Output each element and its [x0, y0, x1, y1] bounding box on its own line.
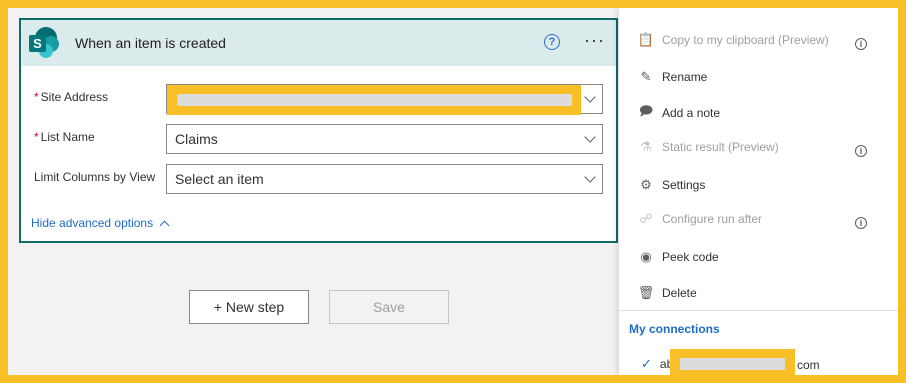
info-icon[interactable]: i — [855, 145, 867, 157]
menu-item-label: Add a note — [662, 106, 721, 120]
menu-item-configure-run-after[interactable]: ☍ Configure run after — [638, 211, 762, 227]
more-options-icon[interactable]: ··· — [584, 31, 605, 49]
sharepoint-logo-icon: S — [29, 27, 61, 59]
chevron-down-icon — [584, 131, 596, 143]
gear-icon: ⚙ — [640, 177, 652, 192]
menu-item-label: Settings — [662, 178, 706, 192]
menu-item-label: Peek code — [662, 250, 719, 264]
chevron-down-icon — [584, 91, 596, 103]
pencil-icon: ✎ — [640, 69, 652, 84]
site-address-dropdown[interactable] — [166, 84, 603, 115]
flask-icon: ⚗ — [640, 139, 652, 154]
menu-item-static-result[interactable]: ⚗ Static result (Preview) — [638, 139, 779, 155]
required-marker: * — [34, 130, 39, 144]
clipboard-icon: 📋 — [637, 32, 655, 47]
trigger-card: S When an item is created ? ··· * Site Ad… — [19, 18, 618, 243]
limit-columns-placeholder: Select an item — [175, 171, 264, 187]
new-step-button[interactable]: + New step — [189, 290, 309, 324]
menu-item-label: Static result (Preview) — [662, 140, 779, 154]
info-icon[interactable]: i — [855, 38, 867, 50]
list-name-label-text: List Name — [40, 130, 95, 144]
run-after-icon: ☍ — [639, 211, 653, 226]
list-name-label: * List Name — [34, 130, 95, 144]
menu-divider — [619, 310, 898, 311]
redacted-site-address — [167, 85, 581, 115]
limit-columns-dropdown[interactable]: Select an item — [166, 164, 603, 194]
trigger-title: When an item is created — [75, 35, 226, 51]
connection-suffix: com — [797, 358, 820, 372]
menu-item-label: Rename — [662, 70, 708, 84]
trash-icon: 🗑 — [637, 285, 655, 300]
note-icon: 🗩 — [638, 103, 654, 118]
menu-item-peek-code[interactable]: ◉ Peek code — [638, 249, 719, 265]
list-name-value: Claims — [175, 131, 218, 147]
help-icon[interactable]: ? — [544, 34, 560, 50]
action-context-menu: 📋 Copy to my clipboard (Preview) i ✎ Ren… — [619, 8, 898, 375]
menu-item-label: Configure run after — [662, 212, 763, 226]
menu-item-settings[interactable]: ⚙ Settings — [638, 177, 705, 193]
list-name-dropdown[interactable]: Claims — [166, 124, 603, 154]
save-button[interactable]: Save — [329, 290, 449, 324]
trigger-card-header[interactable]: S When an item is created ? ··· — [21, 20, 616, 66]
site-address-label-text: Site Address — [40, 90, 109, 104]
hide-advanced-options-link[interactable]: Hide advanced options — [31, 216, 170, 231]
menu-item-add-note[interactable]: 🗩 Add a note — [638, 103, 721, 121]
chevron-down-icon — [584, 171, 596, 183]
menu-item-delete[interactable]: 🗑 Delete — [638, 285, 697, 301]
my-connections-heading: My connections — [629, 322, 720, 336]
menu-item-rename[interactable]: ✎ Rename — [638, 69, 708, 85]
menu-item-label: Delete — [662, 286, 697, 300]
menu-item-label: Copy to my clipboard (Preview) — [662, 33, 829, 47]
info-icon[interactable]: i — [855, 217, 867, 229]
connection-item[interactable]: ✓ ab — [641, 356, 673, 372]
flow-designer-canvas: S When an item is created ? ··· * Site Ad… — [8, 8, 898, 375]
hide-advanced-options-text: Hide advanced options — [31, 216, 154, 230]
eye-icon: ◉ — [640, 249, 652, 264]
site-address-label: * Site Address — [34, 90, 108, 104]
checkmark-icon: ✓ — [641, 356, 652, 371]
chevron-up-icon — [159, 220, 170, 231]
redacted-connection — [670, 349, 795, 375]
limit-columns-label: Limit Columns by View — [34, 170, 156, 184]
menu-item-copy-to-clipboard[interactable]: 📋 Copy to my clipboard (Preview) — [638, 32, 829, 48]
required-marker: * — [34, 90, 39, 104]
